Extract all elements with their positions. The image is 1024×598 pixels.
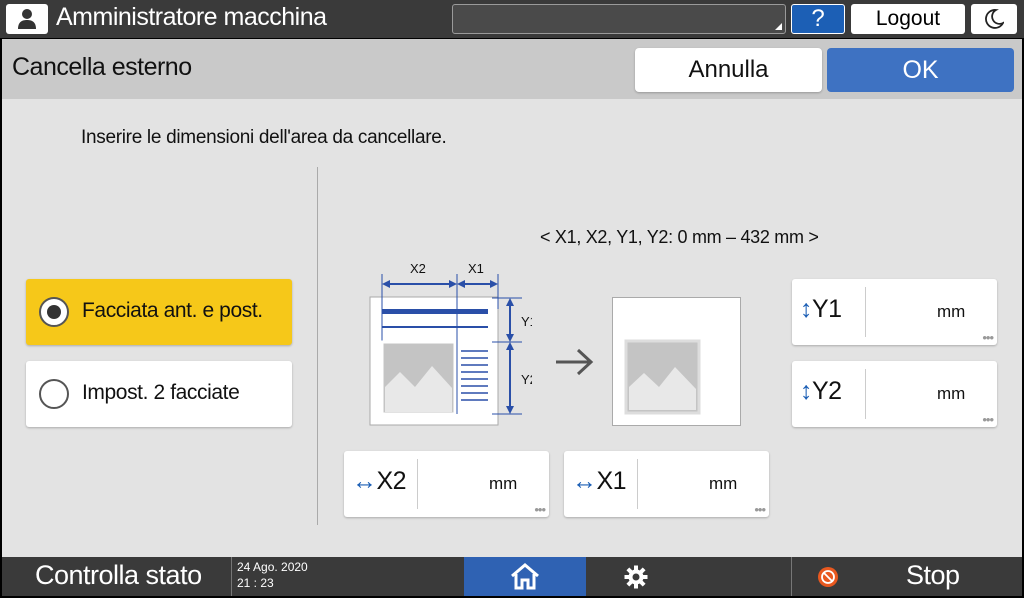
ok-button[interactable]: OK <box>827 48 1014 92</box>
vertical-divider <box>317 167 318 525</box>
vertical-arrows-icon: ↕ <box>800 377 813 405</box>
gear-icon[interactable] <box>624 565 648 589</box>
logout-button[interactable]: Logout <box>851 4 965 34</box>
label-x2: X2 <box>410 261 426 276</box>
horizontal-arrows-icon: ↔ <box>352 467 377 495</box>
main-content: Inserire le dimensioni dell'area da canc… <box>2 99 1022 557</box>
resize-corner-icon <box>775 23 782 30</box>
label-x1: X1 <box>468 261 484 276</box>
unit-label: mm <box>489 474 518 493</box>
more-dots-icon: ••• <box>754 502 766 517</box>
user-button[interactable] <box>6 4 48 34</box>
unit-label: mm <box>937 384 966 403</box>
radio-selected-icon <box>39 297 69 327</box>
bottom-bar: Controlla stato 24 Ago. 2020 21 : 23 Sto… <box>2 557 1022 596</box>
option-two-sided[interactable]: Impost. 2 facciate <box>26 361 292 427</box>
label-y1: Y1 <box>521 314 532 329</box>
option-label: Impost. 2 facciate <box>82 381 240 404</box>
unit-label: mm <box>937 302 966 321</box>
energy-saver-button[interactable] <box>971 4 1017 34</box>
y1-input[interactable]: ↕Y1 mm ••• <box>792 279 997 345</box>
date-label: 24 Ago. 2020 <box>237 560 308 574</box>
stop-icon[interactable] <box>817 566 839 588</box>
range-hint: < X1, X2, Y1, Y2: 0 mm – 432 mm > <box>540 227 819 247</box>
home-icon <box>511 563 539 590</box>
cancel-button[interactable]: Annulla <box>635 48 822 92</box>
moon-icon <box>985 9 1004 29</box>
screen-header: Cancella esterno Annulla OK <box>2 39 1022 99</box>
instruction-text: Inserire le dimensioni dell'area da canc… <box>81 127 447 148</box>
time-label: 21 : 23 <box>237 576 274 590</box>
field-label: Y2 <box>812 377 842 405</box>
x2-input[interactable]: ↔X2 mm ••• <box>344 451 549 517</box>
field-label: X1 <box>596 467 627 495</box>
stop-button[interactable]: Stop <box>906 560 960 591</box>
arrow-right-icon <box>556 348 594 376</box>
help-button[interactable]: ? <box>791 4 845 34</box>
option-label: Facciata ant. e post. <box>82 299 263 322</box>
horizontal-arrows-icon: ↔ <box>572 467 597 495</box>
option-front-back[interactable]: Facciata ant. e post. <box>26 279 292 345</box>
erase-area-diagram: X2 X1 Y1 Y2 <box>369 261 532 426</box>
more-dots-icon: ••• <box>982 412 994 427</box>
unit-label: mm <box>709 474 738 493</box>
user-role-title: Amministratore macchina <box>56 3 327 31</box>
more-dots-icon: ••• <box>982 330 994 345</box>
user-icon <box>18 9 36 29</box>
x1-input[interactable]: ↔X1 mm ••• <box>564 451 769 517</box>
radio-unselected-icon <box>39 379 69 409</box>
label-y2: Y2 <box>521 372 532 387</box>
top-bar: Amministratore macchina ? Logout <box>0 0 1024 38</box>
screen: Amministratore macchina ? Logout Cancell… <box>0 0 1024 598</box>
check-status-button[interactable]: Controlla stato <box>35 560 202 591</box>
page-title: Cancella esterno <box>12 53 192 81</box>
more-dots-icon: ••• <box>534 502 546 517</box>
y2-input[interactable]: ↕Y2 mm ••• <box>792 361 997 427</box>
home-button[interactable] <box>464 557 586 596</box>
vertical-arrows-icon: ↕ <box>800 295 813 323</box>
result-page-diagram <box>612 297 741 426</box>
field-label: X2 <box>376 467 407 495</box>
notification-area[interactable] <box>452 4 786 34</box>
field-label: Y1 <box>812 295 842 323</box>
